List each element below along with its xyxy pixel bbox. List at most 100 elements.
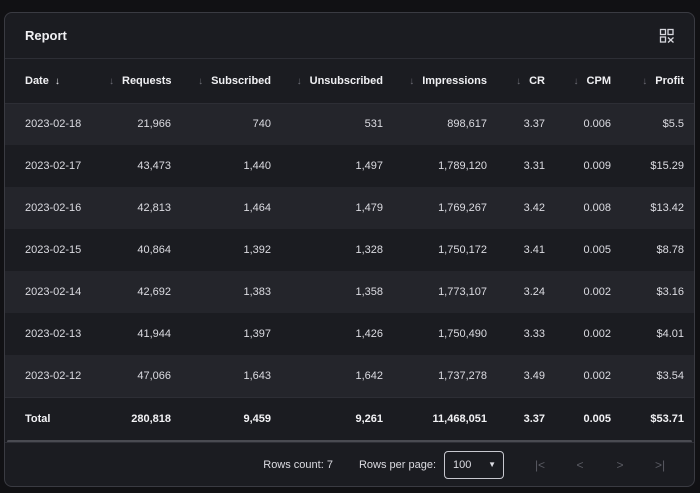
column-header-3[interactable]: ↓ Unsubscribed <box>283 59 395 104</box>
table-cell: 43,473 <box>97 145 183 187</box>
table-cell: 740 <box>183 103 283 145</box>
table-cell: 3.33 <box>499 313 557 355</box>
table-cell: 1,769,267 <box>395 187 499 229</box>
total-cell: 11,468,051 <box>395 396 499 440</box>
column-header-label: Date <box>25 74 49 87</box>
table-cell: 1,750,172 <box>395 229 499 271</box>
columns-settings-icon[interactable] <box>657 26 677 46</box>
table-cell: 2023-02-16 <box>5 187 97 229</box>
table-cell: 2023-02-12 <box>5 355 97 397</box>
total-row: Total 280,818 9,459 9,261 11,468,051 3.37 0.00… <box>5 396 694 440</box>
table-cell: $4.01 <box>623 313 694 355</box>
rows-per-page-value: 100 <box>453 458 472 471</box>
prev-page-icon[interactable]: < <box>560 451 600 479</box>
table-cell: 1,383 <box>183 271 283 313</box>
table-row[interactable]: 2023-02-15 40,864 1,392 1,328 1,750,172 3.41 0… <box>5 229 694 271</box>
report-header: Report <box>5 13 694 59</box>
column-header-label: CPM <box>586 74 611 87</box>
total-cell: 0.005 <box>557 396 623 440</box>
table-cell: 1,440 <box>183 145 283 187</box>
table-cell: 1,643 <box>183 355 283 397</box>
table-row[interactable]: 2023-02-13 41,944 1,397 1,426 1,750,490 3.33 0… <box>5 313 694 355</box>
table-cell: 0.009 <box>557 145 623 187</box>
table-cell: 3.31 <box>499 145 557 187</box>
table-cell: $8.78 <box>623 229 694 271</box>
table-cell: 1,392 <box>183 229 283 271</box>
column-header-label: Profit <box>655 74 684 87</box>
column-header-label: Unsubscribed <box>309 74 383 87</box>
table-cell: 1,773,107 <box>395 271 499 313</box>
table-row[interactable]: 2023-02-16 42,813 1,464 1,479 1,769,267 3.42 0… <box>5 187 694 229</box>
table-cell: 1,358 <box>283 271 395 313</box>
arrow-down-icon[interactable]: ↓ <box>297 76 302 87</box>
table-row[interactable]: 2023-02-12 47,066 1,643 1,642 1,737,278 3.49 0… <box>5 355 694 397</box>
column-header-label: Subscribed <box>211 74 271 87</box>
column-header-6[interactable]: ↓ CPM <box>557 59 623 104</box>
rows-count: Rows count: 7 <box>263 458 333 471</box>
report-table: Date ↓ ↓ Requests ↓ Subscribed ↓ Unsubscribed ↓ I… <box>5 59 694 440</box>
table-cell: 1,397 <box>183 313 283 355</box>
table-cell: 0.002 <box>557 271 623 313</box>
table-cell: 0.002 <box>557 355 623 397</box>
table-cell: 1,464 <box>183 187 283 229</box>
table-cell: 2023-02-13 <box>5 313 97 355</box>
first-page-icon[interactable]: |< <box>520 451 560 479</box>
table-row[interactable]: 2023-02-17 43,473 1,440 1,497 1,789,120 3.31 0… <box>5 145 694 187</box>
table-cell: 3.24 <box>499 271 557 313</box>
table-row[interactable]: 2023-02-14 42,692 1,383 1,358 1,773,107 3.24 0… <box>5 271 694 313</box>
table-cell: $3.54 <box>623 355 694 397</box>
caret-down-icon: ▼ <box>488 460 496 469</box>
table-cell: 1,789,120 <box>395 145 499 187</box>
table-cell: $15.29 <box>623 145 694 187</box>
report-title: Report <box>25 28 67 43</box>
arrow-down-icon[interactable]: ↓ <box>574 76 579 87</box>
arrow-down-icon[interactable]: ↓ <box>516 76 521 87</box>
table-cell: 0.005 <box>557 229 623 271</box>
column-header-7[interactable]: ↓ Profit <box>623 59 694 104</box>
rows-per-page-select[interactable]: 100 ▼ <box>444 450 504 479</box>
column-header-1[interactable]: ↓ Requests <box>97 59 183 104</box>
table-cell: 1,328 <box>283 229 395 271</box>
column-header-label: Impressions <box>422 74 487 87</box>
arrow-down-icon[interactable]: ↓ <box>642 76 647 87</box>
table-cell: 898,617 <box>395 103 499 145</box>
table-cell: 42,813 <box>97 187 183 229</box>
table-cell: 1,642 <box>283 355 395 397</box>
table-cell: $5.5 <box>623 103 694 145</box>
table-cell: 2023-02-18 <box>5 103 97 145</box>
last-page-icon[interactable]: >| <box>640 451 680 479</box>
table-cell: 1,426 <box>283 313 395 355</box>
rows-per-page-label: Rows per page: <box>358 458 436 471</box>
table-cell: 2023-02-17 <box>5 145 97 187</box>
table-cell: 3.42 <box>499 187 557 229</box>
total-cell: $53.71 <box>623 396 694 440</box>
column-header-label: Requests <box>122 74 172 87</box>
table-cell: 3.49 <box>499 355 557 397</box>
table-cell: 1,737,278 <box>395 355 499 397</box>
table-cell: 0.006 <box>557 103 623 145</box>
table-cell: 42,692 <box>97 271 183 313</box>
column-header-5[interactable]: ↓ CR <box>499 59 557 104</box>
table-cell: 47,066 <box>97 355 183 397</box>
arrow-down-icon[interactable]: ↓ <box>198 76 203 87</box>
table-cell: 0.002 <box>557 313 623 355</box>
table-cell: 2023-02-14 <box>5 271 97 313</box>
table-cell: 21,966 <box>97 103 183 145</box>
table-row[interactable]: 2023-02-18 21,966 740 531 898,617 3.37 0.006 $5… <box>5 103 694 145</box>
arrow-down-icon[interactable]: ↓ <box>409 76 414 87</box>
total-cell: 280,818 <box>97 396 183 440</box>
total-cell: 9,261 <box>283 396 395 440</box>
table-cell: 0.008 <box>557 187 623 229</box>
arrow-down-icon[interactable]: ↓ <box>55 76 60 87</box>
column-header-2[interactable]: ↓ Subscribed <box>183 59 283 104</box>
table-header-row: Date ↓ ↓ Requests ↓ Subscribed ↓ Unsubscribed ↓ I… <box>5 59 694 104</box>
report-card: Report Date ↓ ↓ Requests ↓ Subscribed ↓ Unsubsc… <box>4 12 695 487</box>
total-cell: 9,459 <box>183 396 283 440</box>
table-cell: $13.42 <box>623 187 694 229</box>
table-footer: Rows count: 7 Rows per page: 100 ▼ |< < … <box>5 442 694 486</box>
column-header-4[interactable]: ↓ Impressions <box>395 59 499 104</box>
table-cell: $3.16 <box>623 271 694 313</box>
column-header-0[interactable]: Date ↓ <box>5 59 97 104</box>
arrow-down-icon[interactable]: ↓ <box>109 76 114 87</box>
next-page-icon[interactable]: > <box>600 451 640 479</box>
